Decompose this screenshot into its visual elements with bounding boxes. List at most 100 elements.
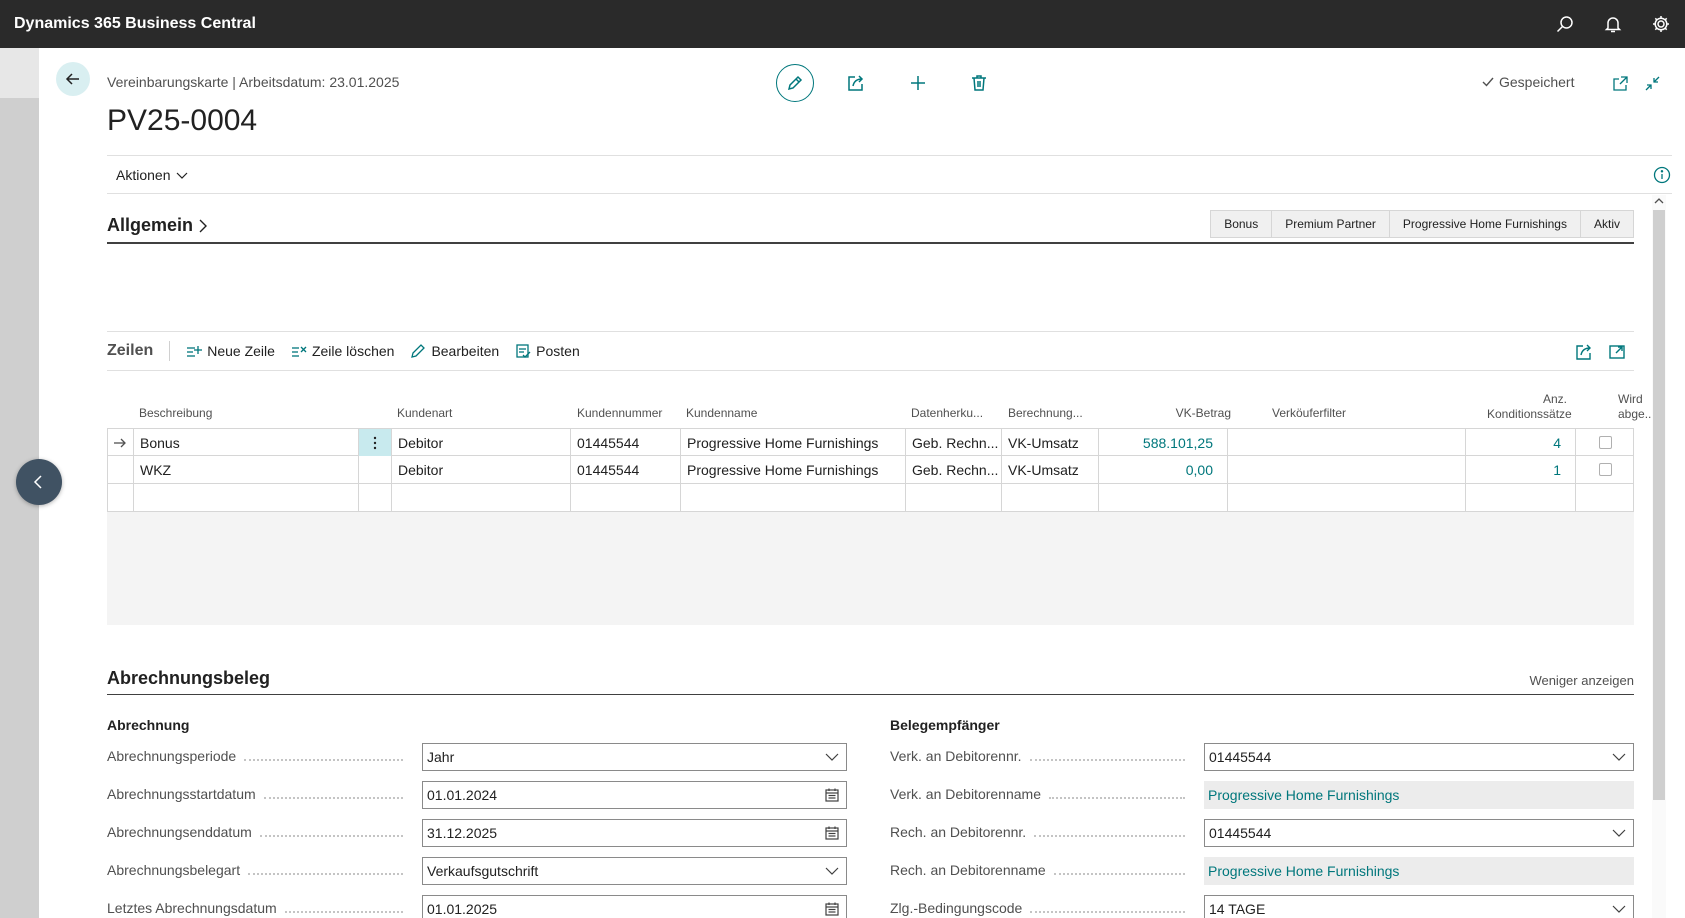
empty-cell[interactable] [1098, 484, 1227, 511]
open-new-window-button[interactable] [1607, 70, 1633, 96]
cell-kundenname[interactable]: Progressive Home Furnishings [680, 429, 905, 456]
col-kundenname[interactable]: Kundenname [686, 406, 757, 420]
collapse-icon [1645, 76, 1659, 90]
field-input[interactable]: 01445544 [1204, 819, 1634, 847]
col-anz-line1: Anz. [1542, 392, 1567, 406]
field-label: Zlg.-Bedingungscode [890, 900, 1023, 916]
cell-anz[interactable]: 1 [1465, 456, 1575, 483]
chevron-down-icon[interactable] [1611, 825, 1627, 841]
field-input[interactable]: 14 TAGE [1204, 895, 1634, 918]
row-menu-cell[interactable] [358, 456, 391, 483]
empty-cell[interactable] [680, 484, 905, 511]
empty-cell[interactable] [1465, 484, 1575, 511]
share-button[interactable] [837, 64, 875, 102]
col-kundennummer[interactable]: Kundennummer [577, 406, 662, 420]
edit-line-button[interactable]: Bearbeiten [410, 343, 499, 359]
row-menu-button[interactable] [358, 429, 391, 456]
cell-kundennummer[interactable]: 01445544 [570, 429, 680, 456]
tag-status: Aktiv [1580, 210, 1634, 238]
tag-customer-name: Progressive Home Furnishings [1389, 210, 1581, 238]
col-wird-line1: Wird [1618, 392, 1643, 406]
new-button[interactable] [899, 64, 937, 102]
empty-cell[interactable] [1227, 484, 1465, 511]
grid-header: Beschreibung Kundenart Kundennummer Kund… [107, 383, 1655, 428]
back-button[interactable] [56, 62, 90, 96]
field-input[interactable]: 31.12.2025 [422, 819, 847, 847]
collapse-sidebar-button[interactable] [16, 459, 62, 505]
cell-kundennummer[interactable]: 01445544 [570, 456, 680, 483]
cell-wird-abgerechnet[interactable] [1575, 429, 1634, 456]
calendar-icon[interactable] [824, 787, 840, 803]
cell-beschreibung[interactable]: Bonus [133, 429, 358, 456]
empty-cell[interactable] [1575, 484, 1634, 511]
cell-vk-betrag[interactable]: 588.101,25 [1098, 429, 1227, 456]
share-icon[interactable] [1574, 342, 1594, 362]
checkbox[interactable] [1598, 436, 1612, 449]
edit-button[interactable] [776, 64, 814, 102]
field-input[interactable]: 01445544 [1204, 743, 1634, 771]
field-input[interactable]: 01.01.2025 [422, 895, 847, 918]
abrechnungsbeleg-title[interactable]: Abrechnungsbeleg [107, 668, 270, 689]
cell-berechnung[interactable]: VK-Umsatz [1001, 429, 1098, 456]
field-input[interactable]: Jahr [422, 743, 847, 771]
field-leader-dots [248, 873, 403, 875]
cell-vk-betrag[interactable]: 0,00 [1098, 456, 1227, 483]
field-input[interactable]: Verkaufsgutschrift [422, 857, 847, 885]
scroll-up-icon[interactable] [1654, 196, 1664, 206]
allgemein-header[interactable]: Allgemein [107, 215, 209, 236]
cell-anz[interactable]: 4 [1465, 429, 1575, 456]
scrollbar-thumb[interactable] [1653, 210, 1665, 800]
cell-kundenart[interactable]: Debitor [391, 429, 570, 456]
field-label: Abrechnungsenddatum [107, 824, 252, 840]
calendar-icon[interactable] [824, 901, 840, 917]
cell-kundenname[interactable]: Progressive Home Furnishings [680, 456, 905, 483]
search-icon[interactable] [1541, 0, 1589, 48]
cell-beschreibung[interactable]: WKZ [133, 456, 358, 483]
empty-cell[interactable] [905, 484, 1001, 511]
col-datenherkunft[interactable]: Datenherku... [911, 406, 983, 420]
aktionen-menu[interactable]: Aktionen [107, 167, 188, 183]
gear-icon[interactable] [1637, 0, 1685, 48]
field-input[interactable]: 01.01.2024 [422, 781, 847, 809]
col-wird-abgerechnet[interactable]: Wird abge... [1618, 392, 1655, 422]
cell-berechnung[interactable]: VK-Umsatz [1001, 456, 1098, 483]
empty-cell[interactable] [570, 484, 680, 511]
expand-icon[interactable] [1607, 342, 1627, 362]
table-row[interactable]: Bonus Debitor 01445544 Progressive Home … [107, 428, 1634, 456]
empty-cell[interactable] [358, 484, 391, 511]
cell-verkaeuferfilter[interactable] [1227, 429, 1465, 456]
chevron-down-icon[interactable] [824, 863, 840, 879]
empty-cell[interactable] [391, 484, 570, 511]
bell-icon[interactable] [1589, 0, 1637, 48]
col-verkaeuferfilter[interactable]: Verköuferfilter [1272, 406, 1346, 420]
empty-cell[interactable] [1001, 484, 1098, 511]
show-less-link[interactable]: Weniger anzeigen [1529, 673, 1634, 688]
new-line-button[interactable]: Neue Zeile [186, 343, 275, 359]
chevron-down-icon[interactable] [1611, 749, 1627, 765]
field-leader-dots [1034, 835, 1185, 837]
checkbox[interactable] [1598, 463, 1612, 476]
col-beschreibung[interactable]: Beschreibung [139, 406, 212, 420]
table-row[interactable]: WKZ Debitor 01445544 Progressive Home Fu… [107, 456, 1634, 484]
cell-datenherkunft[interactable]: Geb. Rechn... [905, 456, 1001, 483]
empty-cell[interactable] [133, 484, 358, 511]
col-vk-betrag[interactable]: VK-Betrag [1127, 406, 1231, 420]
info-icon[interactable] [1652, 165, 1672, 185]
chevron-down-icon[interactable] [1611, 901, 1627, 917]
empty-row[interactable] [107, 484, 1634, 512]
zeilen-title[interactable]: Zeilen [107, 341, 171, 361]
col-kundenart[interactable]: Kundenart [397, 406, 452, 420]
cell-kundenart[interactable]: Debitor [391, 456, 570, 483]
cell-verkaeuferfilter[interactable] [1227, 456, 1465, 483]
delete-line-button[interactable]: Zeile löschen [291, 343, 394, 359]
chevron-down-icon[interactable] [824, 749, 840, 765]
col-berechnung[interactable]: Berechnung... [1008, 406, 1083, 420]
col-anz-konditionssaetze[interactable]: Anz. Konditionssätze [1487, 392, 1572, 422]
post-button[interactable]: Posten [515, 343, 580, 359]
cell-wird-abgerechnet[interactable] [1575, 456, 1634, 483]
row-indicator [107, 456, 133, 483]
cell-datenherkunft[interactable]: Geb. Rechn... [905, 429, 1001, 456]
calendar-icon[interactable] [824, 825, 840, 841]
collapse-view-button[interactable] [1639, 70, 1665, 96]
delete-button[interactable] [960, 64, 998, 102]
